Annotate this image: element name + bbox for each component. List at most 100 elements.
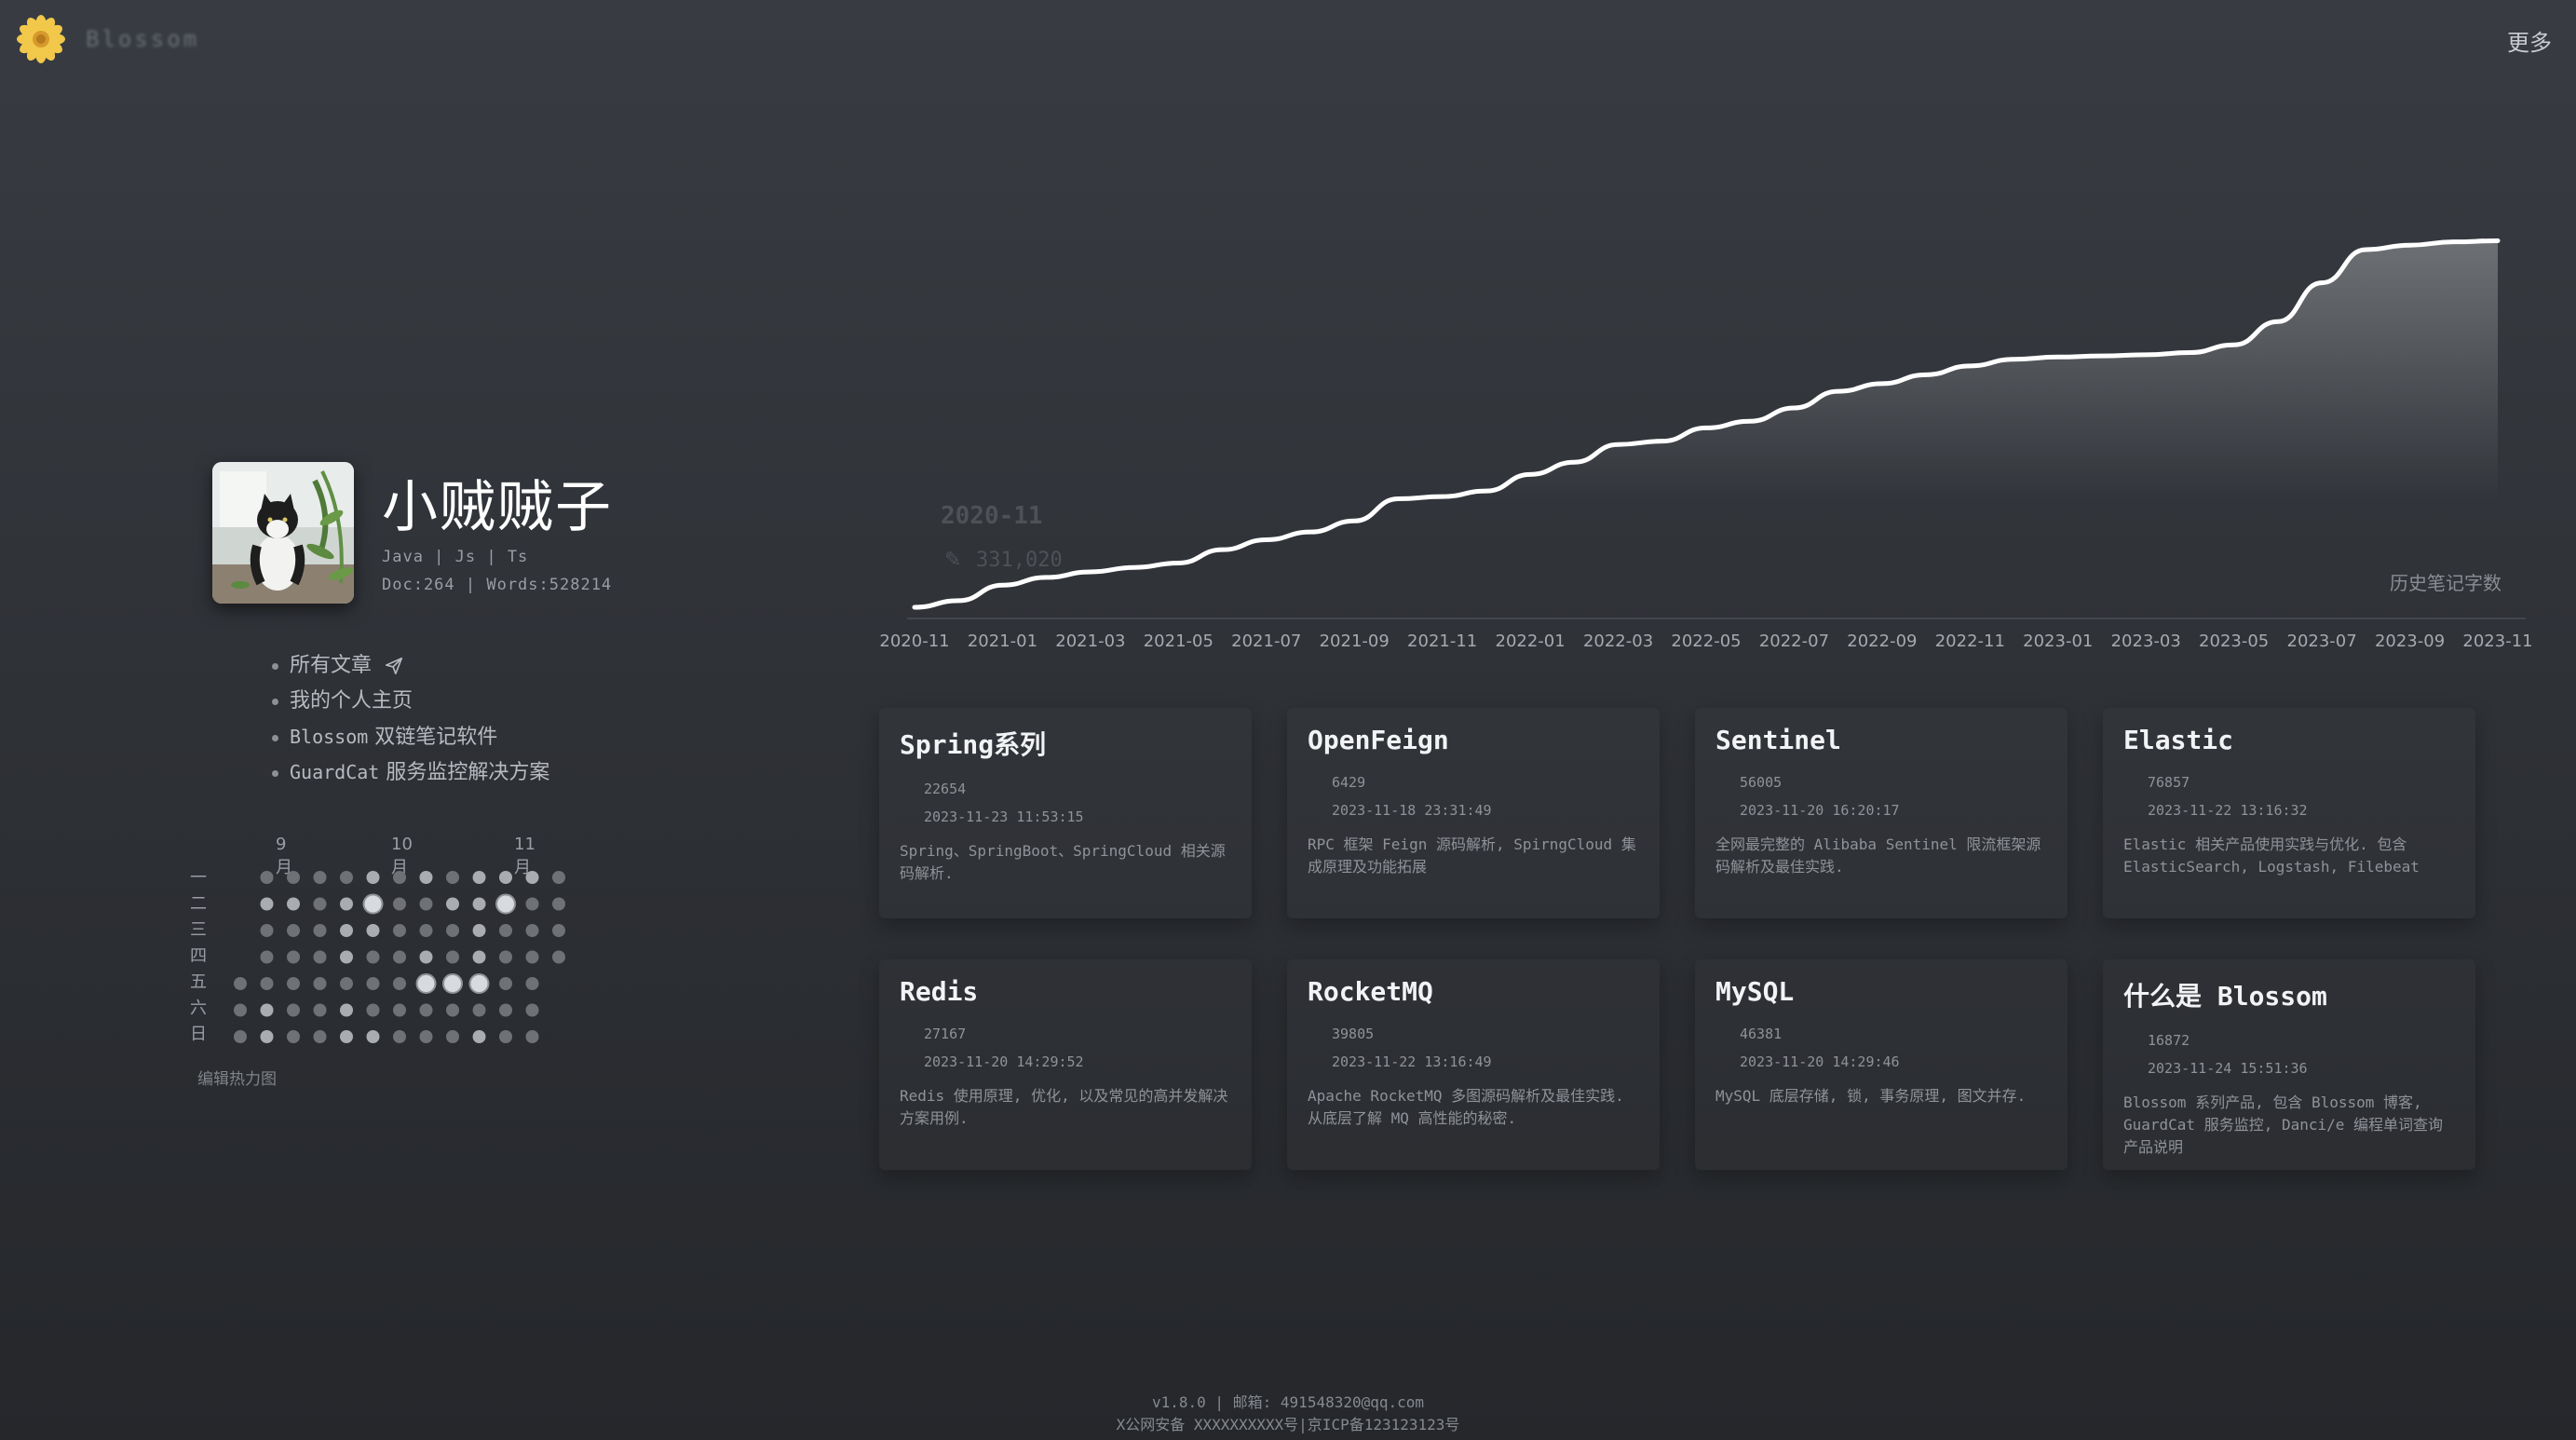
heatmap-cell[interactable] xyxy=(340,950,353,964)
heatmap-cell[interactable] xyxy=(525,1030,539,1043)
heatmap-cell[interactable] xyxy=(393,950,406,964)
heatmap-cell[interactable] xyxy=(499,977,512,990)
heatmap-cell[interactable] xyxy=(472,950,486,964)
heatmap-cell[interactable] xyxy=(260,871,274,884)
heatmap-cell[interactable] xyxy=(552,1004,565,1017)
flower-logo-icon[interactable] xyxy=(15,13,67,65)
heatmap-cell[interactable] xyxy=(525,950,539,964)
heatmap-cell[interactable] xyxy=(499,1030,512,1043)
heatmap-cell[interactable] xyxy=(287,1003,300,1017)
heatmap-cell[interactable] xyxy=(472,871,486,884)
heatmap-cell[interactable] xyxy=(552,1030,565,1043)
heatmap-cell[interactable] xyxy=(366,1030,380,1043)
link-guardcat[interactable]: GuardCat 服务监控解决方案 xyxy=(272,754,549,790)
heatmap-cell[interactable] xyxy=(552,871,565,884)
heatmap-cell[interactable] xyxy=(579,1030,592,1043)
link-personal-homepage[interactable]: 我的个人主页 xyxy=(272,684,549,719)
brand-name[interactable]: Blossom xyxy=(86,26,199,52)
heatmap-cell[interactable] xyxy=(552,977,565,990)
heatmap-cell[interactable] xyxy=(234,924,247,937)
heatmap-cell[interactable] xyxy=(287,924,300,937)
heatmap-cell[interactable] xyxy=(366,977,380,990)
heatmap-cell[interactable] xyxy=(313,924,327,937)
heatmap-cell[interactable] xyxy=(260,1030,274,1043)
heatmap-cell[interactable] xyxy=(393,871,406,884)
heatmap-cell[interactable] xyxy=(260,977,274,990)
heatmap-cell[interactable] xyxy=(313,897,327,911)
heatmap-cell[interactable] xyxy=(472,1003,486,1017)
heatmap-cell[interactable] xyxy=(393,977,406,990)
heatmap-cell[interactable] xyxy=(340,897,353,911)
heatmap-cell[interactable] xyxy=(499,950,512,964)
heatmap-cell[interactable] xyxy=(525,924,539,937)
heatmap-cell[interactable] xyxy=(260,924,274,937)
heatmap-cell[interactable] xyxy=(366,871,380,884)
heatmap-cell[interactable] xyxy=(419,1030,433,1043)
heatmap-cell[interactable] xyxy=(260,1003,274,1017)
heatmap-cell[interactable] xyxy=(393,924,406,937)
topic-card[interactable]: RocketMQ 39805 2023-11-22 13:16:49 Apache… xyxy=(1287,959,1660,1170)
heatmap-cell[interactable] xyxy=(234,898,247,911)
footer-icp-record[interactable]: X公网安备 XXXXXXXXXX号|京ICP备123123123号 xyxy=(0,1412,2576,1434)
heatmap-cell[interactable] xyxy=(340,924,353,937)
heatmap-cell[interactable] xyxy=(287,897,300,911)
heatmap-cell[interactable] xyxy=(446,924,459,937)
heatmap-cell[interactable] xyxy=(579,1004,592,1017)
topic-card[interactable]: 什么是 Blossom 16872 2023-11-24 15:51:36 Blo… xyxy=(2103,959,2475,1170)
heatmap-cell[interactable] xyxy=(468,973,490,994)
heatmap-cell[interactable] xyxy=(313,950,327,964)
heatmap-cell[interactable] xyxy=(525,977,539,990)
heatmap-cell[interactable] xyxy=(340,1030,353,1043)
heatmap-cell[interactable] xyxy=(579,871,592,884)
heatmap-cell[interactable] xyxy=(446,1003,459,1017)
heatmap-cell[interactable] xyxy=(419,1003,433,1017)
heatmap-cell[interactable] xyxy=(552,897,565,911)
heatmap-cell[interactable] xyxy=(287,1030,300,1043)
heatmap-cell[interactable] xyxy=(362,893,384,915)
link-blossom[interactable]: Blossom 双链笔记软件 xyxy=(272,719,549,754)
topic-card[interactable]: Redis 27167 2023-11-20 14:29:52 Redis 使用原… xyxy=(879,959,1252,1170)
heatmap-cell[interactable] xyxy=(313,1003,327,1017)
heatmap-cell[interactable] xyxy=(366,924,380,937)
heatmap-cell[interactable] xyxy=(419,950,433,964)
heatmap-cell[interactable] xyxy=(495,893,516,915)
heatmap-cell[interactable] xyxy=(446,871,459,884)
heatmap-cell[interactable] xyxy=(446,897,459,911)
topic-card[interactable]: OpenFeign 6429 2023-11-18 23:31:49 RPC 框架… xyxy=(1287,708,1660,918)
link-all-articles[interactable]: 所有文章 xyxy=(272,648,549,684)
topic-card[interactable]: Sentinel 56005 2023-11-20 16:20:17 全网最完整的… xyxy=(1695,708,2068,918)
heatmap-cell[interactable] xyxy=(393,1003,406,1017)
heatmap-cell[interactable] xyxy=(234,951,247,964)
heatmap-cell[interactable] xyxy=(313,977,327,990)
heatmap-cell[interactable] xyxy=(472,897,486,911)
heatmap-cell[interactable] xyxy=(525,897,539,911)
heatmap-cell[interactable] xyxy=(366,950,380,964)
heatmap-cell[interactable] xyxy=(525,871,539,884)
heatmap-cell[interactable] xyxy=(499,871,512,884)
heatmap-cell[interactable] xyxy=(234,977,247,990)
heatmap-cell[interactable] xyxy=(552,950,565,964)
heatmap-cell[interactable] xyxy=(393,897,406,911)
heatmap-cell[interactable] xyxy=(287,977,300,990)
heatmap-cell[interactable] xyxy=(499,924,512,937)
heatmap-cell[interactable] xyxy=(419,897,433,911)
heatmap-cell[interactable] xyxy=(499,1003,512,1017)
heatmap-cell[interactable] xyxy=(287,871,300,884)
topic-card[interactable]: Elastic 76857 2023-11-22 13:16:32 Elastic… xyxy=(2103,708,2475,918)
heatmap-cell[interactable] xyxy=(260,897,274,911)
heatmap-cell[interactable] xyxy=(579,977,592,990)
heatmap-cell[interactable] xyxy=(393,1030,406,1043)
heatmap-cell[interactable] xyxy=(260,950,274,964)
heatmap-cell[interactable] xyxy=(472,1030,486,1043)
heatmap-cell[interactable] xyxy=(446,1030,459,1043)
heatmap-cell[interactable] xyxy=(287,950,300,964)
heatmap-cell[interactable] xyxy=(579,951,592,964)
heatmap-cell[interactable] xyxy=(366,1003,380,1017)
heatmap-cell[interactable] xyxy=(419,924,433,937)
heatmap-cell[interactable] xyxy=(234,1030,247,1043)
heatmap-cell[interactable] xyxy=(415,973,437,994)
heatmap-cell[interactable] xyxy=(419,871,433,884)
heatmap-cell[interactable] xyxy=(579,898,592,911)
heatmap-cell[interactable] xyxy=(234,871,247,884)
heatmap-cell[interactable] xyxy=(313,1030,327,1043)
